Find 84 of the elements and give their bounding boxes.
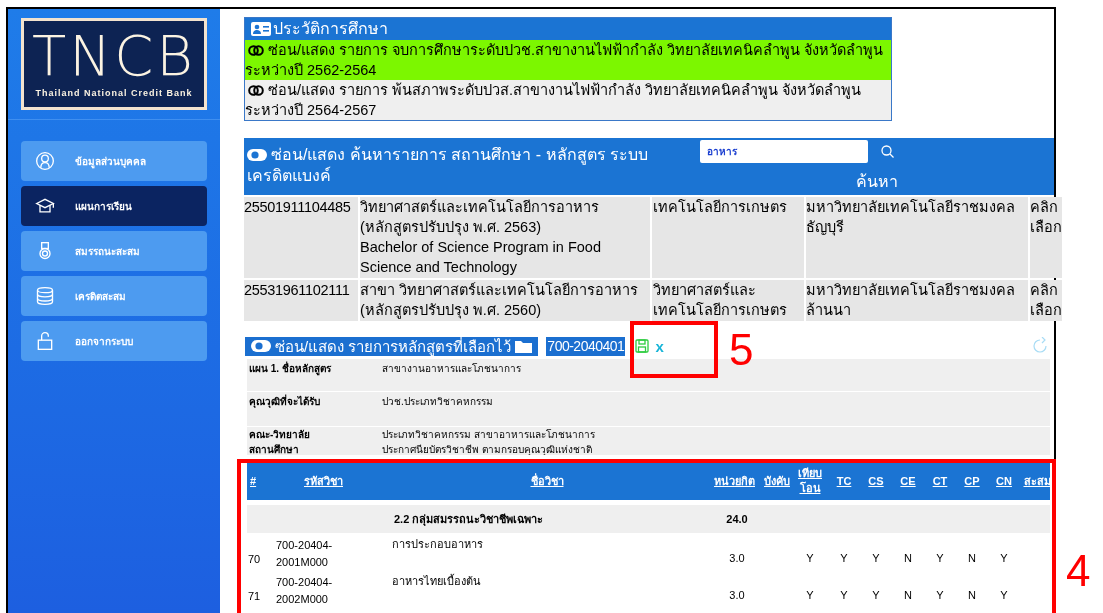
table-cell-text: N: [903, 588, 913, 603]
select-link[interactable]: คลิก เลือก: [1030, 280, 1062, 321]
detail-label: สถานศึกษา: [248, 443, 300, 455]
table-cell-text: 700-20404-2002M000: [275, 574, 334, 607]
column-header[interactable]: CN: [988, 473, 1020, 489]
table-cell-text: Y: [805, 588, 815, 603]
logo-title: TNCB: [32, 27, 196, 86]
table-cell-text: Y: [999, 551, 1009, 566]
column-header[interactable]: รหัสวิชา: [274, 473, 387, 489]
refresh-icon[interactable]: [1032, 337, 1048, 355]
detail-value: ปวช.ประเภทวิชาคหกรรม: [382, 392, 1050, 427]
search-button[interactable]: ค้นหา: [856, 172, 898, 192]
database-icon: [35, 286, 55, 306]
toggle-icon: [251, 340, 271, 352]
id-card-icon: [251, 22, 271, 36]
table-cell-text: Y: [871, 588, 881, 603]
search-icon[interactable]: [881, 145, 894, 158]
lock-icon: [35, 331, 55, 351]
sidebar-item[interactable]: แผนการเรียน: [21, 186, 207, 226]
detail-label: คณะ-วิทยาลัย: [248, 428, 312, 442]
folder-icon: [515, 339, 533, 353]
select-link[interactable]: คลิก เลือก: [1030, 197, 1062, 278]
column-header[interactable]: สะสม: [1020, 473, 1054, 489]
table-cell-text: 700-20404-2001M000: [275, 537, 334, 570]
save-icon[interactable]: [635, 339, 650, 353]
table-cell: สาขา วิทยาศาสตร์และเทคโนโลยีการอาหาร (หลักสูตรปรับปรุง พ.ศ. 2560): [360, 280, 650, 321]
toggle-icon: [248, 85, 264, 96]
table-cell: มหาวิทยาลัยเทคโนโลยีราชมงคลธัญบุรี: [806, 197, 1028, 278]
detail-label: แผน 1. ชื่อหลักสูตร: [247, 359, 382, 392]
table-cell-text: 3.0: [728, 588, 746, 603]
column-header[interactable]: CT: [924, 473, 956, 489]
program-code: 700-2040401: [546, 336, 626, 356]
panel-title: ประวัติการศึกษา: [273, 19, 388, 39]
table-cell-text: อาหารไทยเบื้องต้น: [391, 573, 482, 589]
sidebar-item[interactable]: ข้อมูลส่วนบุคคล: [21, 141, 207, 181]
table-cell: 25531961102111: [244, 280, 358, 321]
column-header[interactable]: เทียบโอน: [792, 466, 828, 496]
table-cell-text: 70: [247, 552, 262, 567]
table-cell-text: Y: [839, 588, 849, 603]
search-field[interactable]: อาหาร: [700, 140, 868, 163]
person-icon: [35, 151, 55, 171]
table-cell-text: N: [967, 588, 977, 603]
table-cell: เทคโนโลยีการเกษตร: [652, 197, 804, 278]
table-cell-text: 3.0: [728, 551, 746, 566]
graduation-cap-icon: [35, 196, 55, 216]
search-panel-title[interactable]: ซ่อน/แสดง ค้นหารายการ สถานศึกษา - หลักสูตร ระบบเครดิตแบงค์: [247, 144, 677, 186]
table-cell-text: การประกอบอาหาร: [391, 537, 484, 552]
education-entry[interactable]: ซ่อน/แสดง รายการ จบการศึกษาระดับปวช.สาขางานไฟฟ้ากำลัง วิทยาลัยเทคนิคลำพูน จังหวัดลำพูน ระหว่างปี 2562-2564: [245, 40, 891, 80]
column-header[interactable]: #: [247, 473, 274, 489]
sidebar-item[interactable]: เครดิตสะสม: [21, 276, 207, 316]
toggle-icon: [247, 149, 267, 161]
table-cell: 25501911104485: [244, 197, 358, 278]
close-button[interactable]: x: [655, 336, 664, 356]
detail-label: คุณวุฒิที่จะได้รับ: [247, 392, 382, 427]
education-entry[interactable]: ซ่อน/แสดง รายการ พ้นสภาพระดับปวส.สาขางานไฟฟ้ากำลัง วิทยาลัยเทคนิคลำพูน จังหวัดลำพูน ระหว่างปี 2564-2567: [245, 80, 891, 120]
annotation-number: 4: [1066, 546, 1091, 596]
column-header[interactable]: บังคับ: [762, 473, 792, 489]
sidebar-item[interactable]: ออกจากระบบ: [21, 321, 207, 361]
column-header[interactable]: หน่วยกิต: [707, 473, 762, 489]
toggle-icon: [248, 45, 264, 56]
column-header[interactable]: CE: [892, 473, 924, 489]
logo-subtitle: Thailand National Credit Bank: [35, 87, 193, 101]
group-title: 2.2 กลุ่มสมรรถนะวิชาชีพเฉพาะ: [393, 511, 545, 528]
table-cell-text: Y: [935, 551, 945, 566]
table-cell-text: Y: [871, 551, 881, 566]
table-cell: วิทยาศาสตร์และเทคโนโลยีการอาหาร (หลักสูตรปรับปรุง พ.ศ. 2563) Bachelor of Science Program in Food Science and Technology: [360, 197, 650, 278]
sidebar-item[interactable]: สมรรถนะสะสม: [21, 231, 207, 271]
table-cell-text: N: [903, 551, 913, 566]
table-cell-text: Y: [935, 588, 945, 603]
group-credits: 24.0: [725, 511, 749, 527]
selected-program-toggle[interactable]: ซ่อน/แสดง รายการหลักสูตรที่เลือกไว้: [245, 336, 539, 356]
detail-value: ประกาศนียบัตรวิชาชีพ ตามกรอบคุณวุฒิแห่งชาติ: [382, 443, 593, 455]
table-cell-text: Y: [805, 551, 815, 566]
column-header[interactable]: TC: [828, 473, 860, 489]
detail-value: ประเภทวิชาคหกรรม สาขาอาหารและโภชนาการ: [382, 428, 596, 442]
table-cell-text: N: [967, 551, 977, 566]
table-cell-text: Y: [999, 588, 1009, 603]
table-cell-text: 71: [247, 589, 262, 604]
column-header[interactable]: CS: [860, 473, 892, 489]
table-cell: วิทยาศาสตร์และเทคโนโลยีการเกษตร: [652, 280, 804, 321]
column-header[interactable]: CP: [956, 473, 988, 489]
table-cell: มหาวิทยาลัยเทคโนโลยีราชมงคลล้านนา: [806, 280, 1028, 321]
column-header[interactable]: ชื่อวิชา: [387, 473, 707, 489]
table-cell-text: Y: [839, 551, 849, 566]
